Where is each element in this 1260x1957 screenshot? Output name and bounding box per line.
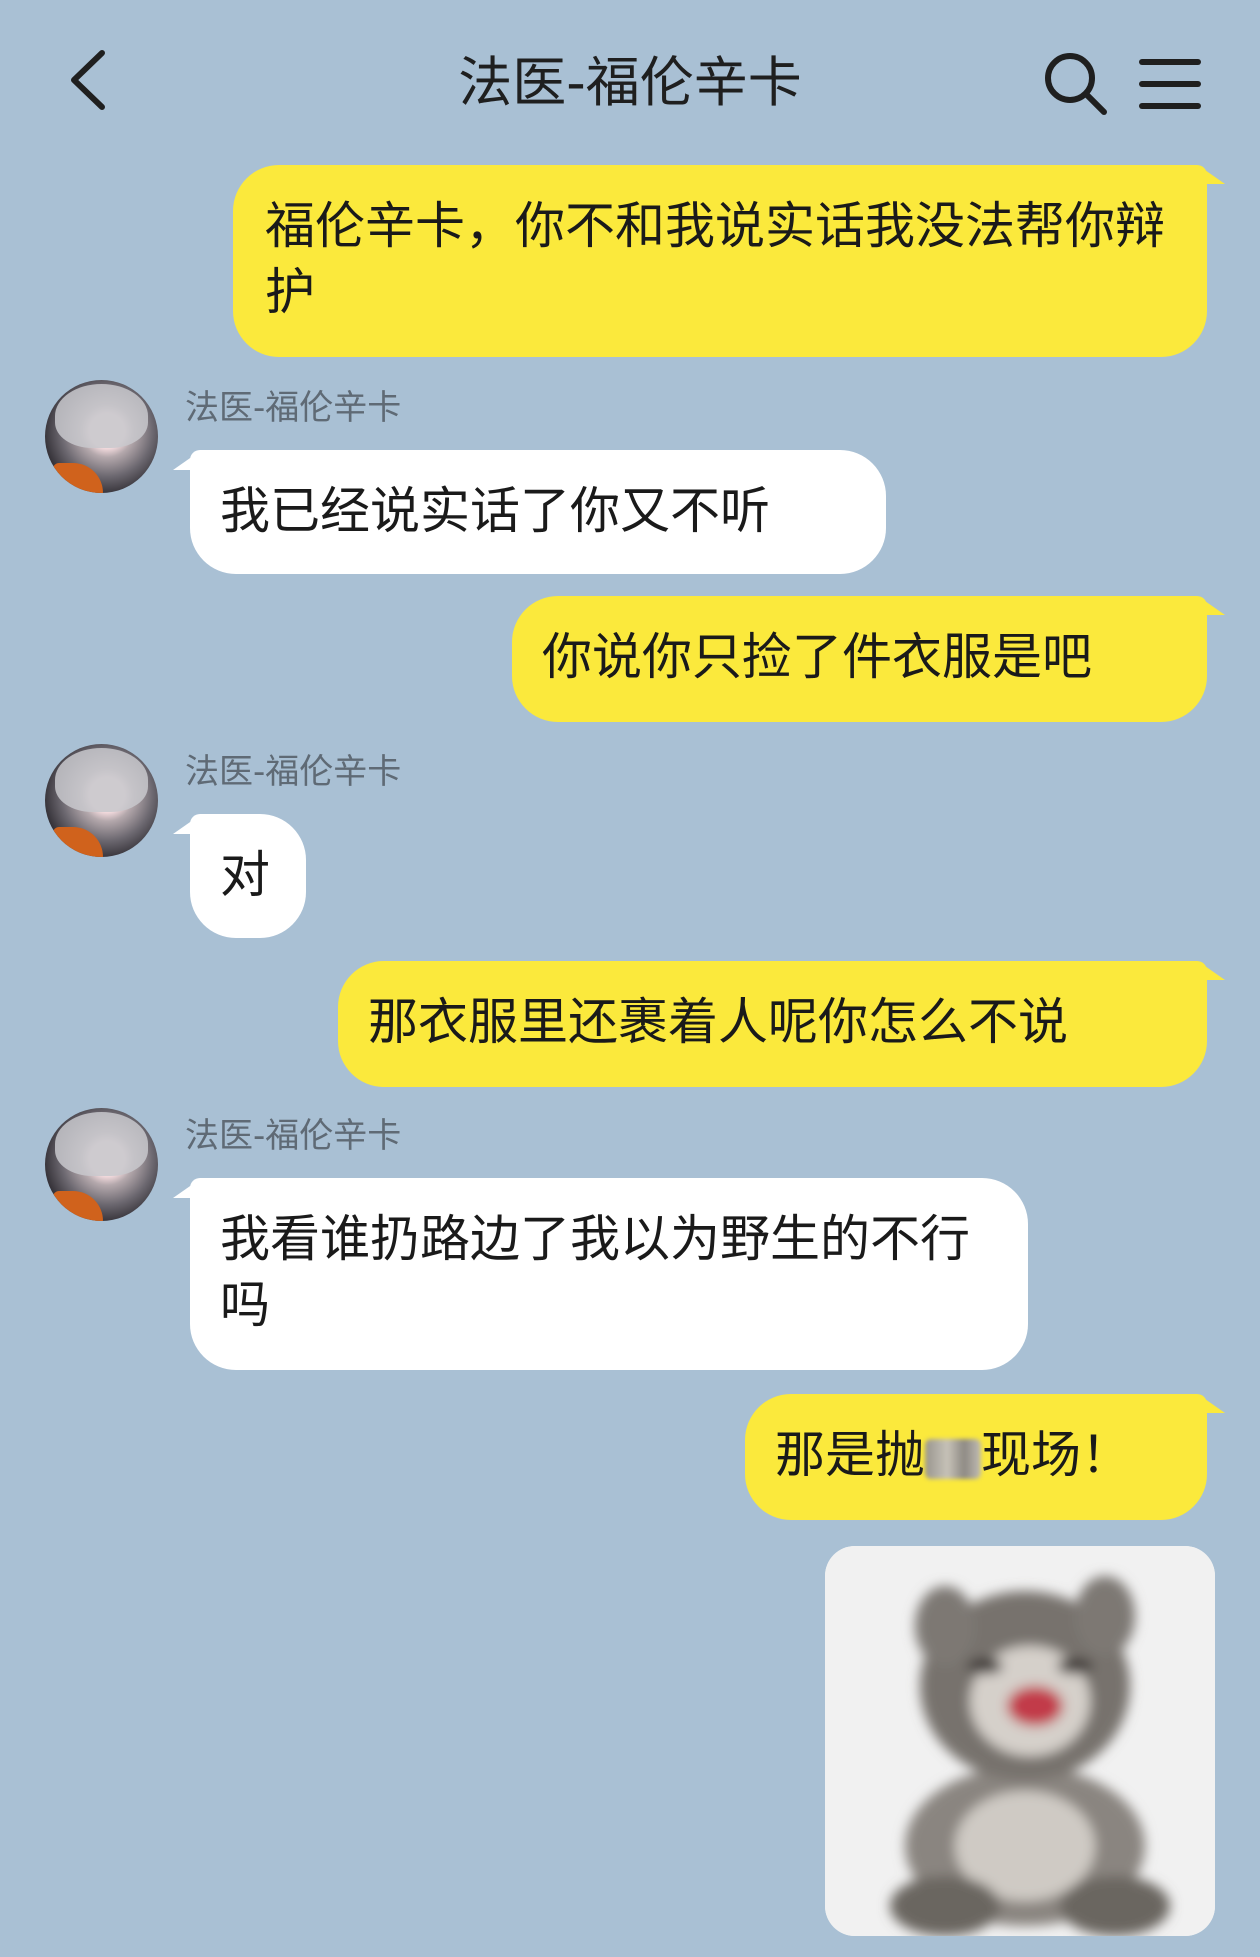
bubble-tail bbox=[1205, 1399, 1225, 1413]
search-icon bbox=[1045, 53, 1107, 115]
message-bubble-incoming[interactable]: 我看谁扔路边了我以为野生的不行吗 bbox=[190, 1178, 1028, 1370]
avatar[interactable] bbox=[45, 744, 158, 857]
crying-cat-image bbox=[825, 1546, 1215, 1936]
avatar[interactable] bbox=[45, 380, 158, 493]
message-bubble-outgoing[interactable]: 那是抛 现场！ bbox=[745, 1394, 1207, 1520]
message-bubble-outgoing[interactable]: 那衣服里还裹着人呢你怎么不说 bbox=[338, 961, 1207, 1087]
message-text: 福伦辛卡，你不和我说实话我没法帮你辩护 bbox=[265, 197, 1165, 321]
sender-name: 法医-福伦辛卡 bbox=[185, 752, 402, 792]
message-text-part: 那是抛 bbox=[775, 1426, 925, 1484]
message-text-part: 现场！ bbox=[981, 1426, 1131, 1484]
message-text: 那衣服里还裹着人呢你怎么不说 bbox=[368, 993, 1068, 1051]
message-text: 对 bbox=[220, 846, 270, 904]
search-button[interactable] bbox=[1040, 48, 1110, 118]
message-text: 我看谁扔路边了我以为野生的不行吗 bbox=[220, 1210, 970, 1334]
censored-character bbox=[925, 1438, 981, 1479]
menu-icon bbox=[1139, 59, 1201, 109]
message-text: 我已经说实话了你又不听 bbox=[220, 482, 770, 540]
bubble-tail bbox=[1205, 966, 1225, 980]
message-bubble-incoming[interactable]: 我已经说实话了你又不听 bbox=[190, 450, 886, 574]
message-bubble-outgoing[interactable]: 福伦辛卡，你不和我说实话我没法帮你辩护 bbox=[233, 165, 1207, 357]
crying-cat-sticker[interactable] bbox=[825, 1546, 1215, 1936]
chat-header: 法医-福伦辛卡 bbox=[0, 0, 1260, 160]
message-bubble-incoming[interactable]: 对 bbox=[190, 814, 306, 938]
message-text: 你说你只捡了件衣服是吧 bbox=[542, 628, 1092, 686]
sender-name: 法医-福伦辛卡 bbox=[185, 388, 402, 428]
message-bubble-outgoing[interactable]: 你说你只捡了件衣服是吧 bbox=[512, 596, 1207, 722]
bubble-tail bbox=[1205, 601, 1225, 615]
avatar[interactable] bbox=[45, 1108, 158, 1221]
sender-name: 法医-福伦辛卡 bbox=[185, 1116, 402, 1156]
bubble-tail bbox=[1205, 170, 1225, 184]
menu-button[interactable] bbox=[1138, 54, 1202, 114]
